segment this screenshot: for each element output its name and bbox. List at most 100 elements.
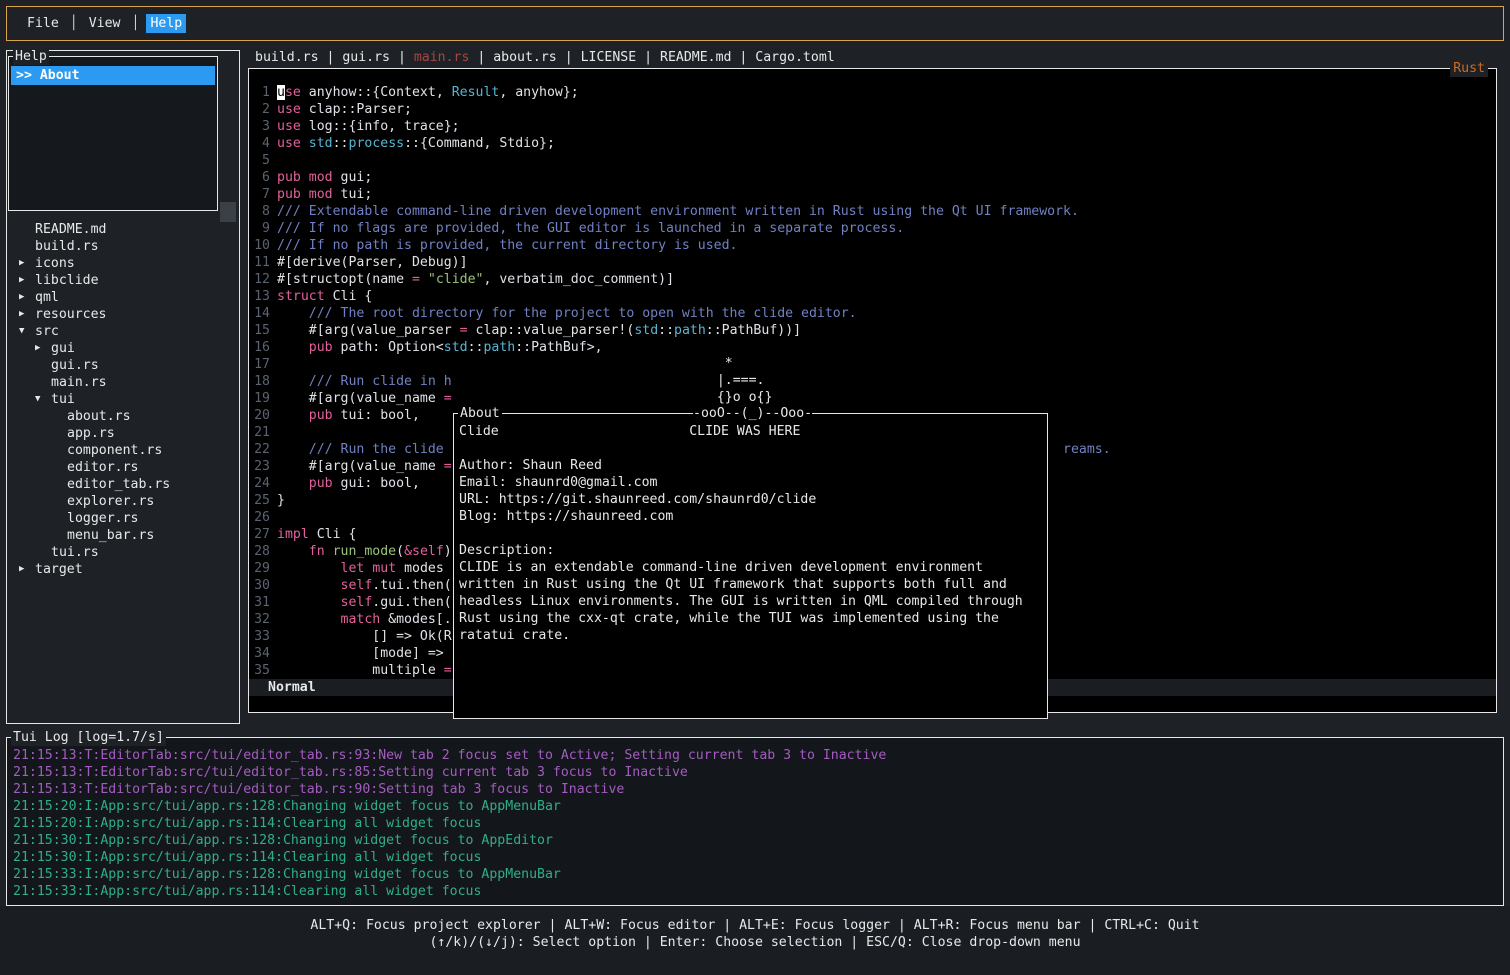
tab-build.rs[interactable]: build.rs bbox=[255, 50, 319, 65]
explorer-item-README.md[interactable]: README.md bbox=[7, 221, 237, 238]
chevron-right-icon: ▶ bbox=[19, 255, 35, 272]
code-line[interactable]: 2use clap::Parser; bbox=[249, 101, 1496, 118]
keybinding-bar: ALT+Q: Focus project explorer | ALT+W: F… bbox=[0, 906, 1510, 975]
menu-item-help[interactable]: Help bbox=[146, 14, 186, 33]
help-dropdown: Help >> About bbox=[8, 56, 218, 211]
code-line[interactable]: 5 bbox=[249, 152, 1496, 169]
code-line[interactable]: 16 pub path: Option<std::path::PathBuf>, bbox=[249, 339, 1496, 356]
code-text: pub gui: bool, bbox=[277, 475, 420, 492]
explorer-item-src[interactable]: ▼src bbox=[7, 323, 237, 340]
log-panel-title: Tui Log [log=1.7/s] bbox=[11, 729, 166, 746]
chevron-right-icon: ▶ bbox=[19, 289, 35, 306]
about-text-line: CLIDE is an extendable command-line driv… bbox=[459, 559, 1042, 576]
code-line[interactable]: 8/// Extendable command-line driven deve… bbox=[249, 203, 1496, 220]
code-line[interactable]: 11#[derive(Parser, Debug)] bbox=[249, 254, 1496, 271]
tab-about.rs[interactable]: about.rs bbox=[493, 50, 557, 65]
code-line[interactable]: 15 #[arg(value_parser = clap::value_pars… bbox=[249, 322, 1496, 339]
about-text-line: ratatui crate. bbox=[459, 627, 1042, 644]
explorer-scrollbar-thumb[interactable] bbox=[220, 202, 236, 222]
code-line[interactable]: 13struct Cli { bbox=[249, 288, 1496, 305]
explorer-item-app.rs[interactable]: app.rs bbox=[7, 425, 237, 442]
line-number: 23 bbox=[249, 458, 270, 475]
tab-LICENSE[interactable]: LICENSE bbox=[581, 50, 637, 65]
line-number: 3 bbox=[249, 118, 270, 135]
explorer-item-libclide[interactable]: ▶libclide bbox=[7, 272, 237, 289]
explorer-item-main.rs[interactable]: main.rs bbox=[7, 374, 237, 391]
tab-gui.rs[interactable]: gui.rs bbox=[342, 50, 390, 65]
tab-main.rs[interactable]: main.rs bbox=[414, 50, 470, 65]
explorer-item-icons[interactable]: ▶icons bbox=[7, 255, 237, 272]
about-text-line: Description: bbox=[459, 542, 1042, 559]
tab-separator: | bbox=[469, 50, 493, 65]
explorer-item-target[interactable]: ▶target bbox=[7, 561, 237, 578]
log-entry: 21:15:13:T:EditorTab:src/tui/editor_tab.… bbox=[13, 764, 1499, 781]
line-number: 32 bbox=[249, 611, 270, 628]
line-number: 27 bbox=[249, 526, 270, 543]
code-line[interactable]: 12#[structopt(name = "clide", verbatim_d… bbox=[249, 271, 1496, 288]
vim-mode-label: Normal bbox=[268, 680, 316, 695]
code-text: use std::process::{Command, Stdio}; bbox=[277, 135, 555, 152]
code-text: #[arg(value_parser = clap::value_parser!… bbox=[277, 322, 801, 339]
tab-separator: | bbox=[557, 50, 581, 65]
explorer-item-editor_tab.rs[interactable]: editor_tab.rs bbox=[7, 476, 237, 493]
line-number: 24 bbox=[249, 475, 270, 492]
line-number: 16 bbox=[249, 339, 270, 356]
explorer-item-build.rs[interactable]: build.rs bbox=[7, 238, 237, 255]
explorer-item-qml[interactable]: ▶qml bbox=[7, 289, 237, 306]
line-number: 10 bbox=[249, 237, 270, 254]
code-line[interactable]: 9/// If no flags are provided, the GUI e… bbox=[249, 220, 1496, 237]
line-number: 22 bbox=[249, 441, 270, 458]
code-text: self.gui.then( bbox=[277, 594, 452, 611]
explorer-item-label: resources bbox=[35, 306, 106, 323]
line-number: 7 bbox=[249, 186, 270, 203]
tab-Cargo.toml[interactable]: Cargo.toml bbox=[755, 50, 834, 65]
explorer-item-menu_bar.rs[interactable]: menu_bar.rs bbox=[7, 527, 237, 544]
line-number: 25 bbox=[249, 492, 270, 509]
explorer-item-about.rs[interactable]: about.rs bbox=[7, 408, 237, 425]
line-number: 35 bbox=[249, 662, 270, 679]
about-text-line: Email: shaunrd0@gmail.com bbox=[459, 474, 1042, 491]
code-line[interactable]: 10/// If no path is provided, the curren… bbox=[249, 237, 1496, 254]
explorer-item-resources[interactable]: ▶resources bbox=[7, 306, 237, 323]
log-entry: 21:15:20:I:App:src/tui/app.rs:128:Changi… bbox=[13, 798, 1499, 815]
dropdown-item-about[interactable]: >> About bbox=[11, 66, 215, 85]
tab-README.md[interactable]: README.md bbox=[660, 50, 731, 65]
code-text: use anyhow::{Context, Result, anyhow}; bbox=[277, 84, 579, 101]
menu-item-file[interactable]: File bbox=[23, 14, 63, 33]
code-line[interactable]: 14 /// The root directory for the projec… bbox=[249, 305, 1496, 322]
chevron-down-icon: ▼ bbox=[19, 323, 35, 340]
code-line[interactable]: 4use std::process::{Command, Stdio}; bbox=[249, 135, 1496, 152]
line-number: 9 bbox=[249, 220, 270, 237]
code-line[interactable]: 6pub mod gui; bbox=[249, 169, 1496, 186]
code-text: impl Cli { bbox=[277, 526, 356, 543]
explorer-item-logger.rs[interactable]: logger.rs bbox=[7, 510, 237, 527]
help-dropdown-title: Help bbox=[13, 48, 49, 65]
explorer-item-component.rs[interactable]: component.rs bbox=[7, 442, 237, 459]
log-entry: 21:15:13:T:EditorTab:src/tui/editor_tab.… bbox=[13, 747, 1499, 764]
explorer-item-explorer.rs[interactable]: explorer.rs bbox=[7, 493, 237, 510]
code-text: /// The root directory for the project t… bbox=[277, 305, 857, 322]
code-text: /// Run clide in h bbox=[277, 373, 452, 390]
line-number: 21 bbox=[249, 424, 270, 441]
log-entry: 21:15:33:I:App:src/tui/app.rs:114:Cleari… bbox=[13, 883, 1499, 900]
explorer-item-label: qml bbox=[35, 289, 59, 306]
code-line[interactable]: 1use anyhow::{Context, Result, anyhow}; bbox=[249, 84, 1496, 101]
line-number: 30 bbox=[249, 577, 270, 594]
explorer-item-gui[interactable]: ▶gui bbox=[7, 340, 237, 357]
about-text-line bbox=[459, 525, 1042, 542]
explorer-item-gui.rs[interactable]: gui.rs bbox=[7, 357, 237, 374]
line-number: 19 bbox=[249, 390, 270, 407]
chevron-right-icon: ▶ bbox=[35, 340, 51, 357]
explorer-item-label: gui bbox=[51, 340, 75, 357]
code-line[interactable]: 3use log::{info, trace}; bbox=[249, 118, 1496, 135]
explorer-item-label: target bbox=[35, 561, 83, 578]
menu-item-view[interactable]: View bbox=[85, 14, 125, 33]
code-text: #[arg(value_name = bbox=[277, 458, 452, 475]
explorer-item-label: icons bbox=[35, 255, 75, 272]
explorer-item-tui.rs[interactable]: tui.rs bbox=[7, 544, 237, 561]
explorer-item-editor.rs[interactable]: editor.rs bbox=[7, 459, 237, 476]
about-text-line: Author: Shaun Reed bbox=[459, 457, 1042, 474]
line-number: 6 bbox=[249, 169, 270, 186]
code-line[interactable]: 7pub mod tui; bbox=[249, 186, 1496, 203]
explorer-item-tui[interactable]: ▼tui bbox=[7, 391, 237, 408]
